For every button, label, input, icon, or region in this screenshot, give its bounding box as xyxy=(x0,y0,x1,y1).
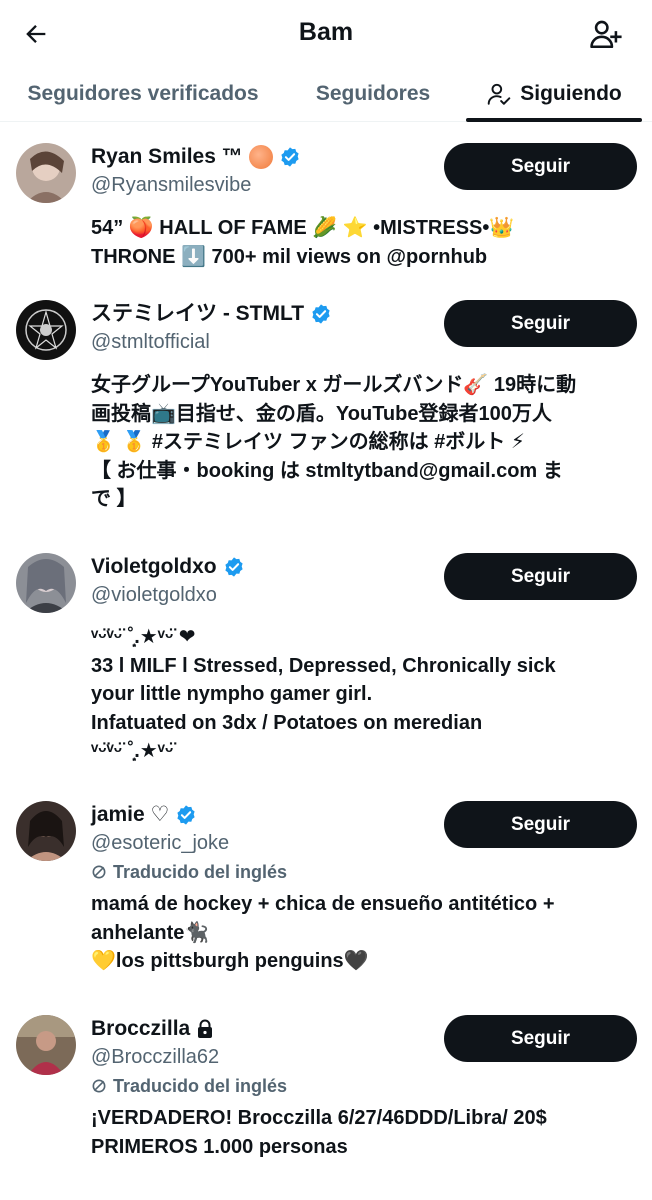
bio-line: 33 l MILF l Stressed, Depressed, Chronic… xyxy=(91,654,556,677)
bio-line: 【 お仕事・booking は stmltytband@gmail.com ま xyxy=(91,459,563,482)
verified-badge-icon xyxy=(281,147,299,167)
tab-following[interactable]: Siguiendo xyxy=(466,66,642,122)
bio-line: mamá de hockey + chica de ensueño antité… xyxy=(91,893,555,915)
translate-icon xyxy=(92,865,106,879)
bio-line: 画投稿📺目指せ、金の盾。YouTube登録者100万人 xyxy=(91,402,552,425)
page-title: Bam xyxy=(298,18,354,46)
user-bio: 54” 🍑 HALL OF FAME 🌽 ⭐ •MISTRESS•👑 THRON… xyxy=(91,214,631,271)
verified-badge-icon xyxy=(177,805,195,825)
bio-line: 女子グループYouTuber x ガールズバンド🎸 19時に動 xyxy=(91,374,577,396)
tab-bar: Seguidores verificados Seguidores Siguie… xyxy=(0,66,652,122)
add-user-icon xyxy=(590,20,622,49)
top-bar: Bam xyxy=(0,0,652,66)
user-bio: ¡VERDADERO! Brocczilla 6/27/46DDD/Libra/… xyxy=(91,1104,631,1161)
follow-button[interactable]: Seguir xyxy=(444,300,637,347)
follow-button[interactable]: Seguir xyxy=(444,801,637,848)
translated-label: Traducido del inglés xyxy=(113,1076,288,1096)
bio-line: anhelante🐈‍⬛ xyxy=(91,921,210,944)
bio-line: 54” 🍑 HALL OF FAME 🌽 ⭐ •MISTRESS•👑 xyxy=(91,217,515,239)
lock-icon xyxy=(198,1019,213,1038)
user-name: ステミレイツ - STMLT xyxy=(91,302,305,325)
user-bio: ᵛᵕ̈ᵛᵕ̈ ˚̣̣̣͙.★ᵛᵕ̈ ❤ 33 l MILF l Stressed… xyxy=(91,623,631,766)
user-name: Violetgoldxo xyxy=(91,555,217,578)
translated-label: Traducido del inglés xyxy=(113,862,288,882)
active-tab-indicator xyxy=(466,118,642,122)
bio-line: THRONE ⬇️ 700+ mil views on @pornhub xyxy=(91,245,488,268)
add-user-button[interactable] xyxy=(586,14,626,54)
bio-line: 🥇 🥇 #ステミレイツ ファンの総称は #ボルト ⚡ xyxy=(91,431,525,453)
bio-line: PRIMEROS 1.000 personas xyxy=(91,1135,348,1158)
avatar[interactable] xyxy=(16,801,76,861)
user-name: Ryan Smiles ™ xyxy=(91,145,243,168)
tab-verified-followers[interactable]: Seguidores verificados xyxy=(8,66,278,122)
follow-button[interactable]: Seguir xyxy=(444,1015,637,1062)
translate-icon xyxy=(92,1079,106,1093)
bio-line: ᵛᵕ̈ᵛᵕ̈ ˚̣̣̣͙.★ᵛᵕ̈ ❤ xyxy=(91,626,196,648)
bio-line: ᵛᵕ̈ᵛᵕ̈ ˚̣̣̣͙.★ᵛᵕ̈ xyxy=(91,740,174,762)
tab-followers[interactable]: Seguidores xyxy=(290,66,456,122)
bio-line: your little nympho gamer girl. xyxy=(91,683,373,705)
user-check-icon xyxy=(487,83,511,105)
follow-button[interactable]: Seguir xyxy=(444,553,637,600)
translated-notice[interactable]: Traducido del inglés xyxy=(91,1071,636,1101)
user-bio: mamá de hockey + chica de ensueño antité… xyxy=(91,890,631,976)
avatar[interactable] xyxy=(16,1015,76,1075)
verified-badge-icon xyxy=(312,304,330,324)
user-name: Brocczilla xyxy=(91,1017,191,1040)
verified-badge-icon xyxy=(225,557,243,577)
avatar[interactable] xyxy=(16,300,76,360)
bio-line: ¡VERDADERO! Brocczilla 6/27/46DDD/Libra/… xyxy=(91,1107,547,1129)
avatar[interactable] xyxy=(16,143,76,203)
tab-following-label: Siguiendo xyxy=(520,82,622,105)
bio-line: で 】 xyxy=(91,488,137,510)
follow-button[interactable]: Seguir xyxy=(444,143,637,190)
peach-emoji-icon xyxy=(248,145,273,169)
bio-line: 💛los pittsburgh penguins🖤 xyxy=(91,950,369,972)
user-bio: 女子グループYouTuber x ガールズバンド🎸 19時に動 画投稿📺目指せ、… xyxy=(91,371,631,514)
user-name: jamie ♡ xyxy=(91,803,170,826)
avatar[interactable] xyxy=(16,553,76,613)
translated-notice[interactable]: Traducido del inglés xyxy=(91,857,636,887)
bio-line: Infatuated on 3dx / Potatoes on meredian xyxy=(91,711,483,734)
